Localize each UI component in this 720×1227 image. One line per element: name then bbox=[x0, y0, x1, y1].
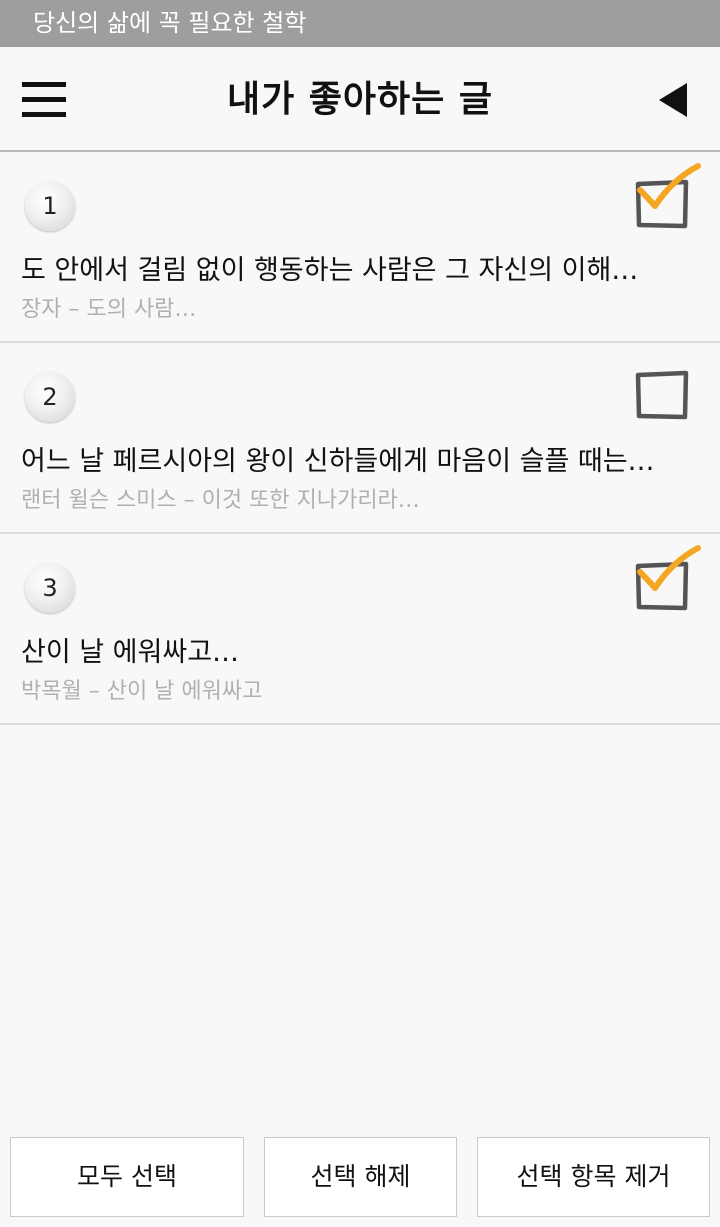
status-bar: 당신의 삶에 꼭 필요한 철학 bbox=[0, 0, 720, 47]
item-number-badge: 2 bbox=[25, 372, 75, 422]
app-name: 당신의 삶에 꼭 필요한 철학 bbox=[33, 9, 307, 37]
menu-icon-bar bbox=[22, 97, 66, 102]
item-checkbox[interactable] bbox=[628, 544, 704, 614]
item-subtitle: 박목월 – 산이 날 에워싸고 bbox=[21, 679, 263, 704]
header: 내가 좋아하는 글 bbox=[0, 47, 720, 152]
list-item[interactable]: 1 도 안에서 걸림 없이 행동하는 사람은 그 자신의 이해… 장자 – 도의… bbox=[0, 152, 720, 343]
item-checkbox[interactable] bbox=[628, 162, 704, 232]
list-item[interactable]: 2 어느 날 페르시아의 왕이 신하들에게 마음이 슬플 때는… 랜터 윌슨 스… bbox=[0, 343, 720, 534]
item-title: 어느 날 페르시아의 왕이 신하들에게 마음이 슬플 때는… bbox=[21, 446, 655, 477]
list-item[interactable]: 3 산이 날 에워싸고… 박목월 – 산이 날 에워싸고 bbox=[0, 534, 720, 725]
menu-button[interactable] bbox=[22, 82, 68, 118]
item-number-badge: 3 bbox=[25, 563, 75, 613]
item-subtitle: 장자 – 도의 사람… bbox=[21, 297, 197, 322]
favorites-list: 1 도 안에서 걸림 없이 행동하는 사람은 그 자신의 이해… 장자 – 도의… bbox=[0, 152, 720, 725]
item-title: 산이 날 에워싸고… bbox=[21, 637, 240, 668]
back-button[interactable] bbox=[655, 81, 691, 119]
item-checkbox[interactable] bbox=[628, 353, 704, 423]
item-number-badge: 1 bbox=[25, 181, 75, 231]
remove-selected-button[interactable]: 선택 항목 제거 bbox=[477, 1137, 710, 1217]
checked-checkbox-icon bbox=[635, 163, 701, 229]
select-all-button[interactable]: 모두 선택 bbox=[10, 1137, 244, 1217]
page-title: 내가 좋아하는 글 bbox=[227, 79, 493, 120]
menu-icon-bar bbox=[22, 82, 66, 87]
item-subtitle: 랜터 윌슨 스미스 – 이것 또한 지나가리라… bbox=[21, 488, 420, 513]
unchecked-checkbox-icon bbox=[635, 370, 689, 420]
deselect-button[interactable]: 선택 해제 bbox=[264, 1137, 457, 1217]
item-title: 도 안에서 걸림 없이 행동하는 사람은 그 자신의 이해… bbox=[21, 255, 639, 286]
back-arrow-icon bbox=[659, 83, 687, 117]
checked-checkbox-icon bbox=[635, 545, 701, 611]
menu-icon-bar bbox=[22, 112, 66, 117]
